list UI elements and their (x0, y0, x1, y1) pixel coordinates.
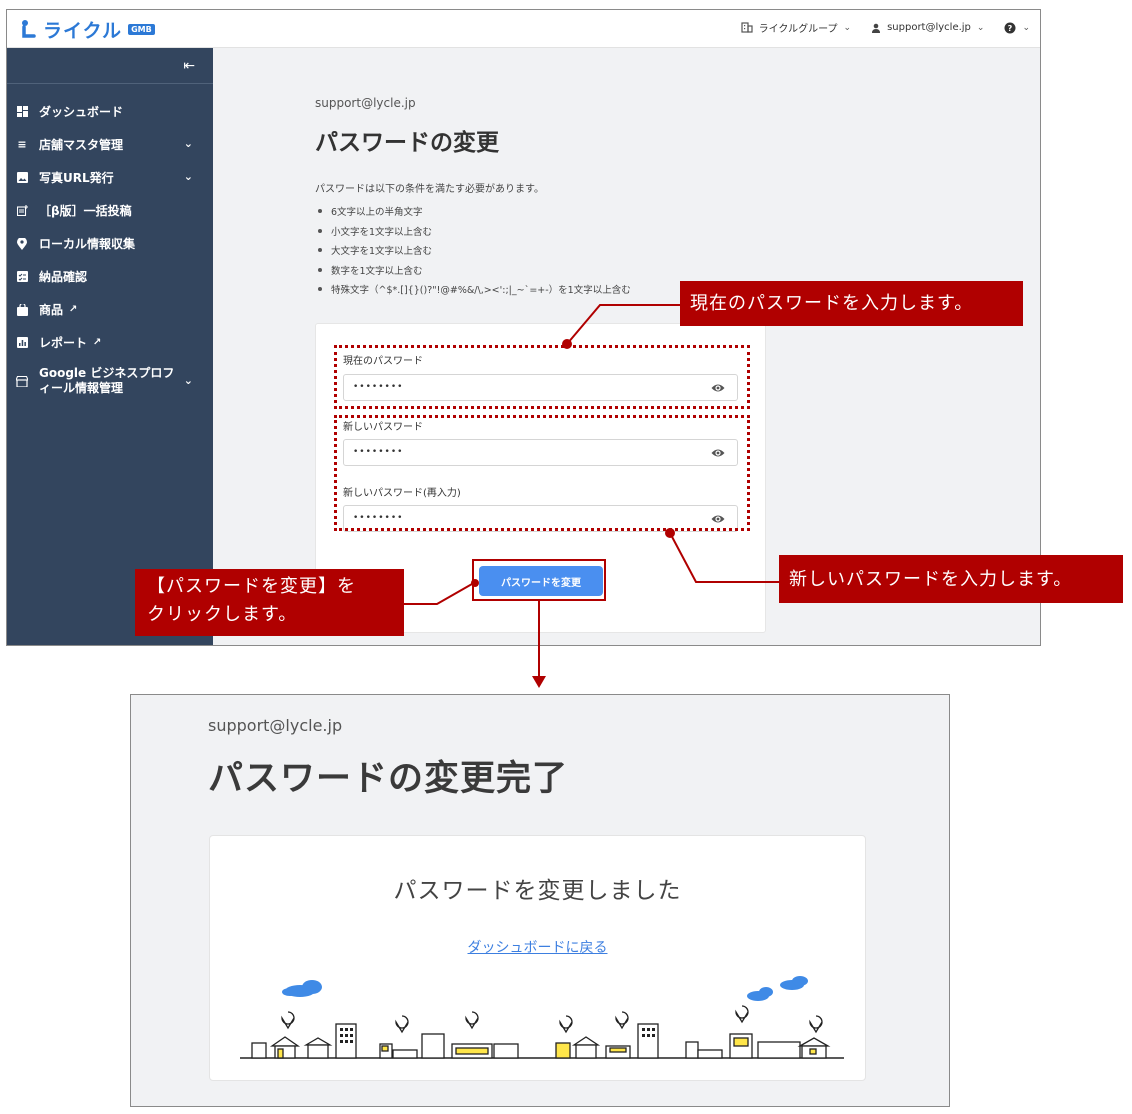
sidebar-item-photo-url[interactable]: 写真URL発行 ⌄ (7, 161, 213, 194)
chevron-down-icon: ⌄ (183, 170, 193, 183)
sidebar-item-bulk-post[interactable]: ［β版］一括投稿 (7, 194, 213, 227)
sidebar-item-store-master[interactable]: ≡ 店舗マスタ管理 ⌄ (7, 128, 213, 161)
post-add-icon (15, 204, 29, 218)
user-email: support@lycle.jp (887, 22, 971, 33)
user-menu[interactable]: support@lycle.jp ⌄ (871, 22, 984, 33)
bar-chart-icon (15, 336, 29, 350)
group-selector[interactable]: ライクルグループ ⌄ (741, 20, 851, 35)
chevron-down-icon: ⌄ (976, 22, 985, 33)
label-line-1: Google ビジネスプロフ (39, 366, 175, 380)
sidebar: ⇤ ダッシュボード ≡ 店舗マスタ管理 ⌄ 写真URL発行 ⌄ ［β版］一括投稿 (7, 48, 213, 645)
top-bar: ライクル GMB ライクルグループ ⌄ support@lycle.jp ⌄ ?… (7, 10, 1040, 48)
callout-new-password: 新しいパスワードを入力します。 (779, 555, 1123, 603)
sidebar-item-label: 納品確認 (39, 270, 88, 284)
location-add-icon (15, 237, 29, 251)
account-email: support@lycle.jp (208, 716, 343, 735)
page-title: パスワードの変更完了 (208, 759, 569, 799)
dashboard-icon (15, 105, 29, 119)
app-logo[interactable]: ライクル GMB (19, 16, 155, 42)
logo-icon (22, 20, 36, 38)
logo-text: ライクル (43, 19, 123, 42)
sidebar-item-label: 店舗マスタ管理 (39, 138, 124, 152)
password-changed-screenshot: support@lycle.jp パスワードの変更完了 パスワードを変更しました… (130, 694, 950, 1107)
sidebar-divider (7, 83, 213, 84)
password-change-screenshot: ライクル GMB ライクルグループ ⌄ support@lycle.jp ⌄ ?… (6, 9, 1041, 646)
collapse-left-icon[interactable]: ⇤ (183, 58, 195, 74)
current-password-highlight (334, 345, 750, 409)
sidebar-nav: ダッシュボード ≡ 店舗マスタ管理 ⌄ 写真URL発行 ⌄ ［β版］一括投稿 ロ… (7, 95, 213, 403)
sidebar-item-products[interactable]: 商品 ↗ (7, 293, 213, 326)
account-email: support@lycle.jp (315, 96, 416, 110)
sidebar-item-label: Google ビジネスプロフ ィール情報管理 (39, 366, 174, 396)
help-icon: ? (1004, 22, 1016, 33)
shopping-bag-icon (15, 303, 29, 317)
new-password-highlight (334, 415, 750, 531)
chevron-down-icon: ⌄ (183, 374, 193, 387)
callout-line-2: クリックします。 (147, 604, 298, 625)
callout-click-button: 【パスワードを変更】を クリックします。 (135, 569, 404, 636)
list-item: 数字を1文字以上含む (315, 263, 775, 283)
town-illustration (240, 976, 844, 1059)
list-item: 6文字以上の半角文字 (315, 204, 775, 224)
back-to-dashboard-link[interactable]: ダッシュボードに戻る (210, 937, 865, 957)
external-link-icon: ↗ (69, 304, 78, 315)
sidebar-item-delivery-check[interactable]: 納品確認 (7, 260, 213, 293)
list-icon: ≡ (17, 138, 27, 151)
top-navigation: ライクルグループ ⌄ support@lycle.jp ⌄ ? ⌄ (741, 20, 1030, 35)
sidebar-item-label: ［β版］一括投稿 (39, 204, 132, 218)
list-item: 大文字を1文字以上含む (315, 243, 775, 263)
svg-text:?: ? (1008, 24, 1013, 33)
sidebar-item-label: 商品 (39, 303, 64, 317)
building-icon (741, 22, 753, 33)
sidebar-item-dashboard[interactable]: ダッシュボード (7, 95, 213, 128)
callout-current-password: 現在のパスワードを入力します。 (680, 281, 1023, 326)
chevron-down-icon: ⌄ (183, 137, 193, 150)
logo-badge: GMB (128, 23, 155, 35)
submit-button-highlight (472, 559, 606, 601)
sidebar-item-local-info[interactable]: ローカル情報収集 (7, 227, 213, 260)
sidebar-item-google-business[interactable]: Google ビジネスプロフ ィール情報管理 ⌄ (7, 359, 213, 403)
person-icon (872, 23, 881, 33)
group-name: ライクルグループ (758, 24, 838, 35)
label-line-2: ィール情報管理 (39, 381, 124, 395)
callout-line-1: 【パスワードを変更】を (147, 576, 356, 597)
sidebar-item-label: ダッシュボード (39, 105, 124, 119)
store-icon (15, 374, 29, 388)
password-change-content: support@lycle.jp パスワードの変更 パスワードは以下の条件を満た… (315, 96, 775, 302)
external-link-icon: ↗ (93, 337, 102, 348)
list-item: 小文字を1文字以上含む (315, 224, 775, 244)
help-menu[interactable]: ? ⌄ (1004, 22, 1030, 34)
chevron-down-icon: ⌄ (1022, 22, 1030, 33)
result-card: パスワードを変更しました ダッシュボードに戻る (209, 835, 866, 1081)
success-message: パスワードを変更しました (393, 878, 682, 904)
checklist-icon (15, 270, 29, 284)
chevron-down-icon: ⌄ (843, 22, 852, 33)
image-icon (15, 171, 29, 185)
page-title: パスワードの変更 (315, 130, 499, 156)
sidebar-item-label: 写真URL発行 (39, 171, 114, 185)
sidebar-item-report[interactable]: レポート ↗ (7, 326, 213, 359)
requirements-description: パスワードは以下の条件を満たす必要があります。 (315, 184, 544, 195)
sidebar-item-label: ローカル情報収集 (39, 237, 136, 251)
sidebar-item-label: レポート (39, 336, 88, 350)
